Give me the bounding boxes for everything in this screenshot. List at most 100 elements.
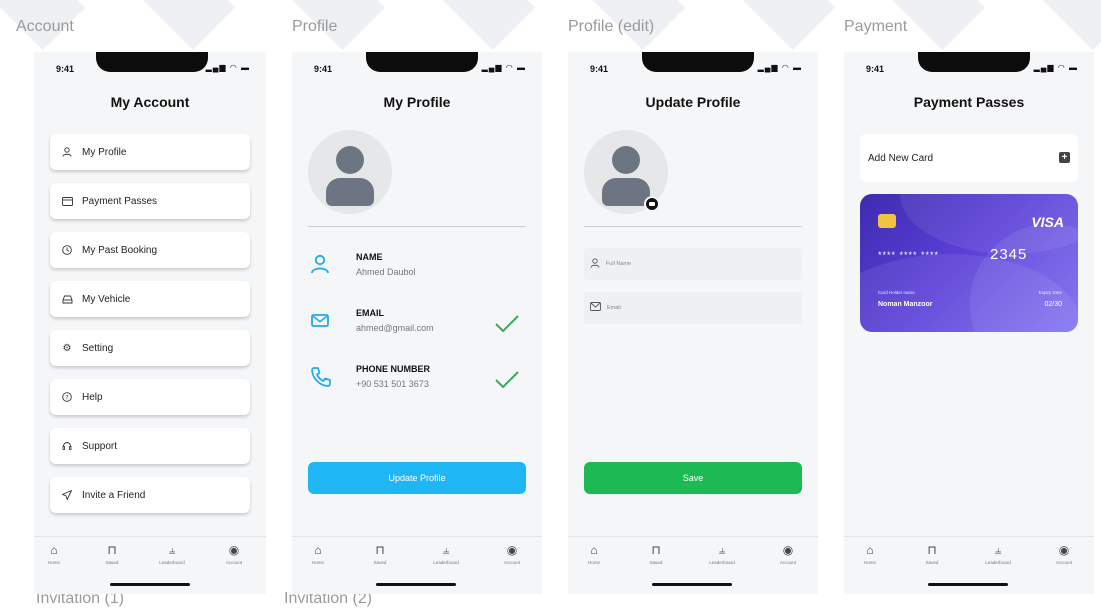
home-indicator [110, 583, 190, 586]
account-icon: ◉ [228, 543, 240, 557]
account-icon: ◉ [782, 543, 794, 557]
tab-label: Saved [105, 560, 119, 565]
tab-label: Home [587, 560, 600, 565]
bookmark-icon: ⊓ [651, 543, 661, 557]
tab-saved[interactable]: ⊓ Saved [92, 543, 132, 565]
tab-label: Leaderboard [985, 560, 1011, 565]
plus-icon: + [1059, 152, 1070, 163]
menu-item-label: Invite a Friend [82, 489, 146, 501]
frame-label-account: Account [16, 18, 74, 35]
check-icon [494, 370, 520, 395]
home-icon: ⌂ [866, 543, 874, 557]
tab-label: Saved [373, 560, 387, 565]
expiry-label: Expiry Date [1038, 290, 1062, 295]
menu-item-my-profile[interactable]: My Profile [50, 134, 250, 170]
user-icon [60, 147, 74, 157]
menu-item-label: Setting [82, 342, 114, 354]
status-bar: 9:41 ▂▄▆ ◠ ▬ [292, 52, 542, 84]
status-bar: 9:41 ▂▄▆ ◠ ▬ [34, 52, 266, 84]
status-icons: ▂▄▆ ◠ ▬ [757, 63, 802, 72]
menu-item-support[interactable]: Support [50, 428, 250, 464]
card-chip-icon [878, 214, 896, 228]
save-button[interactable]: Save [584, 462, 802, 494]
notch [366, 52, 478, 72]
tab-home[interactable]: ⌂ Home [850, 543, 890, 565]
support-icon [60, 441, 74, 451]
tab-leaderboard[interactable]: ⫨ Leaderboard [152, 543, 192, 565]
tab-label: Leaderboard [709, 560, 735, 565]
camera-icon[interactable] [644, 196, 660, 212]
menu-item-label: Payment Passes [82, 195, 158, 207]
tab-home[interactable]: ⌂ Home [574, 543, 614, 565]
menu-item-label: My Vehicle [82, 293, 131, 305]
status-time: 9:41 [866, 64, 885, 74]
page-title: Update Profile [645, 94, 741, 110]
home-icon: ⌂ [50, 543, 58, 557]
tab-home[interactable]: ⌂ Home [298, 543, 338, 565]
tab-label: Saved [925, 560, 939, 565]
account-screen: 9:41 ▂▄▆ ◠ ▬ My Account My Profile Payme… [34, 52, 266, 594]
tab-bar: ⌂ Home ⊓ Saved ⫨ Leaderboard ◉ Account [844, 536, 1094, 594]
tab-saved[interactable]: ⊓ Saved [912, 543, 952, 565]
help-icon: ? [60, 392, 74, 402]
add-new-card-button[interactable]: Add New Card + [860, 134, 1078, 182]
tab-saved[interactable]: ⊓ Saved [360, 543, 400, 565]
clock-icon [60, 245, 74, 255]
home-icon: ⌂ [314, 543, 322, 557]
check-icon [494, 314, 520, 339]
home-icon: ⌂ [590, 543, 598, 557]
tab-label: Home [863, 560, 876, 565]
tab-leaderboard[interactable]: ⫨ Leaderboard [702, 543, 742, 565]
tab-account[interactable]: ◉ Account [214, 543, 254, 565]
update-profile-button[interactable]: Update Profile [308, 462, 526, 494]
page-title: Payment Passes [913, 94, 1025, 110]
menu-item-payment-passes[interactable]: Payment Passes [50, 183, 250, 219]
tab-label: Leaderboard [159, 560, 185, 565]
email-field[interactable]: Email [584, 292, 802, 324]
profile-screen: 9:41 ▂▄▆ ◠ ▬ My Profile NAME Ahmed Daubo… [292, 52, 542, 594]
car-icon [60, 294, 74, 304]
divider [584, 226, 802, 227]
tab-leaderboard[interactable]: ⫨ Leaderboard [978, 543, 1018, 565]
page-title: My Account [110, 94, 190, 110]
status-icons: ▂▄▆ ◠ ▬ [1033, 63, 1078, 72]
notch [96, 52, 208, 72]
full-name-field[interactable]: Full Name [584, 248, 802, 280]
card-holder-label: Card Holder name [878, 290, 915, 295]
card-icon [60, 196, 74, 206]
menu-item-past-booking[interactable]: My Past Booking [50, 232, 250, 268]
tab-bar: ⌂ Home ⊓ Saved ⫨ Leaderboard ◉ Account [34, 536, 266, 594]
home-indicator [376, 583, 456, 586]
menu-item-help[interactable]: ? Help [50, 379, 250, 415]
avatar[interactable] [308, 130, 392, 214]
status-time: 9:41 [314, 64, 333, 74]
home-indicator [652, 583, 732, 586]
tab-account[interactable]: ◉ Account [1044, 543, 1084, 565]
expiry-value: 02/30 [1044, 301, 1062, 308]
account-icon: ◉ [1058, 543, 1070, 557]
mail-icon [590, 302, 601, 314]
add-card-label: Add New Card [868, 152, 934, 164]
tab-leaderboard[interactable]: ⫨ Leaderboard [426, 543, 466, 565]
tab-account[interactable]: ◉ Account [492, 543, 532, 565]
menu-item-invite-friend[interactable]: Invite a Friend [50, 477, 250, 513]
user-icon [590, 257, 600, 271]
profile-edit-screen: 9:41 ▂▄▆ ◠ ▬ Update Profile Full Name Em… [568, 52, 818, 594]
bookmark-icon: ⊓ [927, 543, 937, 557]
leaderboard-icon: ⫨ [442, 543, 450, 557]
gear-icon: ⚙ [62, 342, 72, 354]
profile-row-name: NAME Ahmed Daubol [310, 252, 520, 292]
menu-item-my-vehicle[interactable]: My Vehicle [50, 281, 250, 317]
status-icons: ▂▄▆ ◠ ▬ [481, 63, 526, 72]
frame-label-profile: Profile [292, 18, 338, 35]
tab-account[interactable]: ◉ Account [768, 543, 808, 565]
payment-card[interactable]: VISA **** **** **** 2345 Card Holder nam… [860, 194, 1078, 332]
tab-label: Leaderboard [433, 560, 459, 565]
leaderboard-icon: ⫨ [994, 543, 1002, 557]
menu-item-label: My Past Booking [82, 244, 158, 256]
tab-saved[interactable]: ⊓ Saved [636, 543, 676, 565]
menu-item-setting[interactable]: ⚙ Setting [50, 330, 250, 366]
field-label: EMAIL [356, 308, 384, 318]
tab-home[interactable]: ⌂ Home [34, 543, 74, 565]
status-time: 9:41 [590, 64, 609, 74]
